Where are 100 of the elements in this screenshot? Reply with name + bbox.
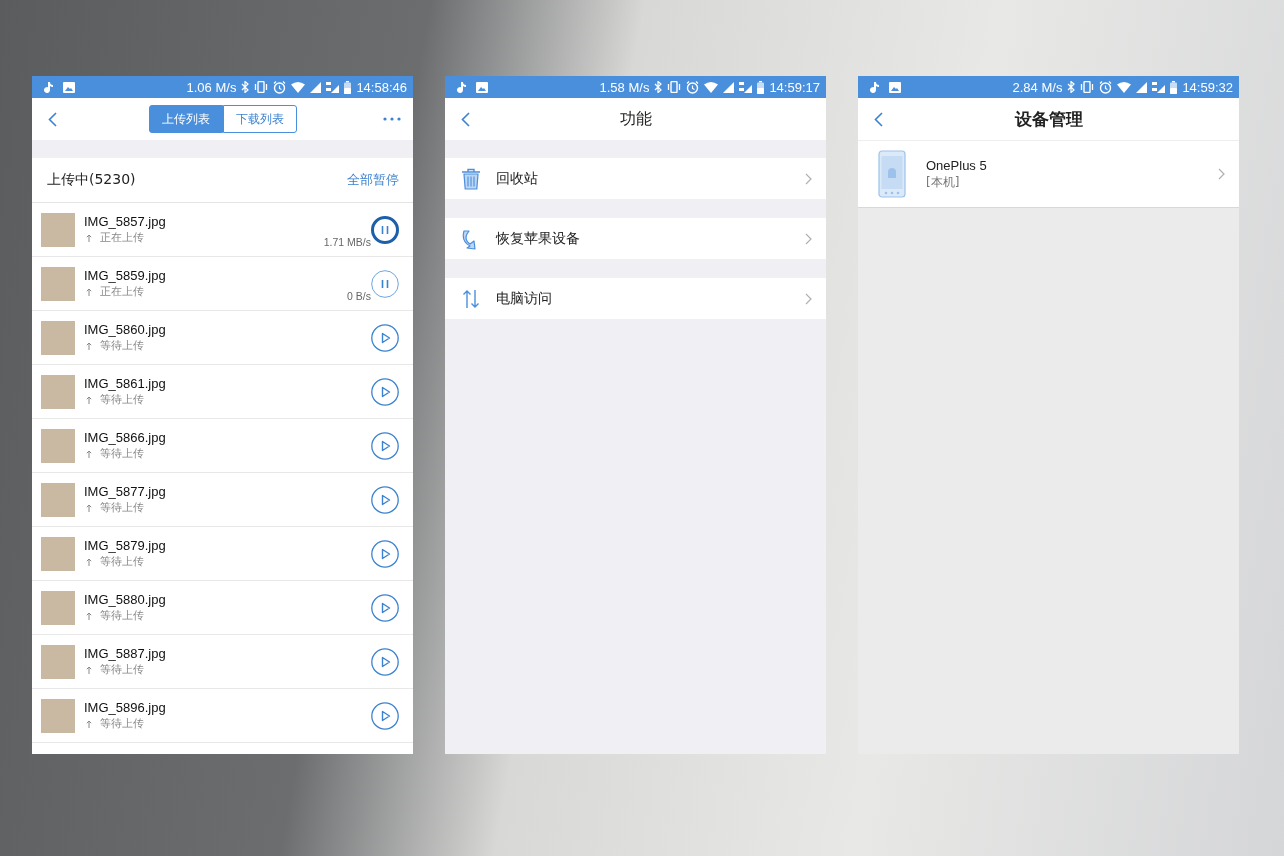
file-name: IMG_5866.jpg: [84, 430, 167, 445]
vibrate-icon: [254, 81, 269, 93]
photo-placeholder: [41, 482, 75, 517]
file-row[interactable]: IMG_5880.jpg 等待上传: [32, 581, 413, 635]
network-speed: 1.58 M/s: [599, 79, 650, 95]
upload-status: 等待上传: [100, 608, 144, 623]
image-icon: [889, 81, 901, 93]
battery-icon: [344, 80, 352, 94]
vibrate-icon: [667, 81, 682, 93]
file-row[interactable]: IMG_5861.jpg 等待上传: [32, 365, 413, 419]
alarm-icon: [273, 80, 287, 94]
upload-status: 等待上传: [100, 554, 144, 569]
more-options-icon[interactable]: [383, 117, 401, 121]
wifi-icon: [1117, 81, 1132, 93]
network-4g-icon: [326, 81, 340, 93]
transfer-arrows-icon: [461, 287, 481, 310]
image-icon: [63, 81, 75, 93]
arrow-up-icon: [86, 611, 92, 620]
play-button-icon[interactable]: [371, 647, 399, 676]
play-button-icon[interactable]: [371, 485, 399, 514]
file-row[interactable]: IMG_5896.jpg 等待上传: [32, 689, 413, 743]
music-note-icon: [44, 81, 53, 93]
music-note-icon: [870, 81, 879, 93]
menu-item[interactable]: 电脑访问: [445, 278, 826, 319]
menu-item-label: 电脑访问: [496, 289, 553, 308]
file-name: IMG_5857.jpg: [84, 214, 167, 229]
arrow-up-icon: [86, 557, 92, 566]
clock-time: 14:59:32: [1182, 79, 1233, 95]
photo-placeholder: [41, 266, 75, 301]
tab[interactable]: 下载列表: [222, 105, 297, 133]
file-row[interactable]: IMG_5859.jpg 正在上传 0 B/s: [32, 257, 413, 311]
photo-placeholder: [41, 590, 75, 625]
menu-item[interactable]: 恢复苹果设备: [445, 218, 826, 259]
upload-status: 等待上传: [100, 500, 144, 515]
signal-icon: [1136, 81, 1148, 93]
play-button-icon[interactable]: [371, 593, 399, 622]
network-speed: 1.06 M/s: [186, 79, 237, 95]
photo-placeholder: [41, 536, 75, 571]
music-note-icon: [457, 81, 466, 93]
menu-item-label: 回收站: [496, 169, 539, 188]
arrow-up-icon: [86, 719, 92, 728]
file-name: IMG_5877.jpg: [84, 484, 167, 499]
android-phone-icon: [878, 150, 906, 198]
alarm-icon: [1099, 80, 1113, 94]
battery-icon: [1170, 80, 1178, 94]
photo-placeholder: [41, 212, 75, 247]
upload-status: 正在上传: [100, 230, 144, 245]
play-button-icon[interactable]: [371, 377, 399, 406]
play-button-icon[interactable]: [371, 431, 399, 460]
menu-item[interactable]: 回收站: [445, 158, 826, 199]
alarm-icon: [686, 80, 700, 94]
file-name: IMG_5887.jpg: [84, 646, 167, 661]
play-button-icon[interactable]: [371, 323, 399, 352]
upload-status: 等待上传: [100, 338, 144, 353]
upload-status: 等待上传: [100, 446, 144, 461]
network-4g-icon: [1152, 81, 1166, 93]
play-button-icon[interactable]: [371, 701, 399, 730]
photo-placeholder: [41, 320, 75, 355]
play-button-icon[interactable]: [371, 539, 399, 568]
file-row[interactable]: IMG_5860.jpg 等待上传: [32, 311, 413, 365]
arrow-up-icon: [86, 449, 92, 458]
photo-placeholder: [41, 428, 75, 463]
section-title: 上传中(5230): [47, 171, 136, 189]
chevron-right-icon: [805, 172, 812, 185]
transfer-speed: 1.71 MB/s: [323, 236, 371, 248]
arrow-up-icon: [86, 341, 92, 350]
file-row[interactable]: IMG_5857.jpg 正在上传 1.71 MB/s: [32, 203, 413, 257]
arrow-up-icon: [86, 665, 92, 674]
device-row[interactable]: OnePlus 5 [本机]: [858, 140, 1239, 208]
arrow-up-icon: [86, 287, 92, 296]
bluetooth-icon: [1067, 81, 1076, 93]
arrow-up-icon: [86, 395, 92, 404]
file-row[interactable]: IMG_5879.jpg 等待上传: [32, 527, 413, 581]
signal-icon: [310, 81, 322, 93]
file-name: IMG_5880.jpg: [84, 592, 167, 607]
wifi-icon: [291, 81, 306, 93]
page-title: 功能: [619, 108, 652, 130]
pause-all-link[interactable]: 全部暂停: [347, 171, 399, 189]
photo-placeholder: [41, 644, 75, 679]
bluetooth-icon: [654, 81, 663, 93]
file-name: IMG_5896.jpg: [84, 700, 167, 715]
vibrate-icon: [1080, 81, 1095, 93]
menu-item-label: 恢复苹果设备: [496, 229, 581, 248]
device-name: OnePlus 5: [926, 157, 988, 173]
file-row[interactable]: IMG_5877.jpg 等待上传: [32, 473, 413, 527]
network-speed: 2.84 M/s: [1012, 79, 1063, 95]
bluetooth-icon: [241, 81, 250, 93]
upload-status: 等待上传: [100, 392, 144, 407]
file-row[interactable]: IMG_5887.jpg 等待上传: [32, 635, 413, 689]
file-name: IMG_5879.jpg: [84, 538, 167, 553]
chevron-right-icon: [805, 232, 812, 245]
clock-time: 14:59:17: [769, 79, 820, 95]
arrow-up-icon: [86, 233, 92, 242]
page-title: 设备管理: [1014, 107, 1083, 131]
device-note: [本机]: [926, 173, 961, 191]
signal-icon: [723, 81, 735, 93]
pause-button-icon[interactable]: [371, 215, 399, 244]
network-4g-icon: [739, 81, 753, 93]
file-row[interactable]: IMG_5866.jpg 等待上传: [32, 419, 413, 473]
clock-time: 14:58:46: [356, 79, 407, 95]
